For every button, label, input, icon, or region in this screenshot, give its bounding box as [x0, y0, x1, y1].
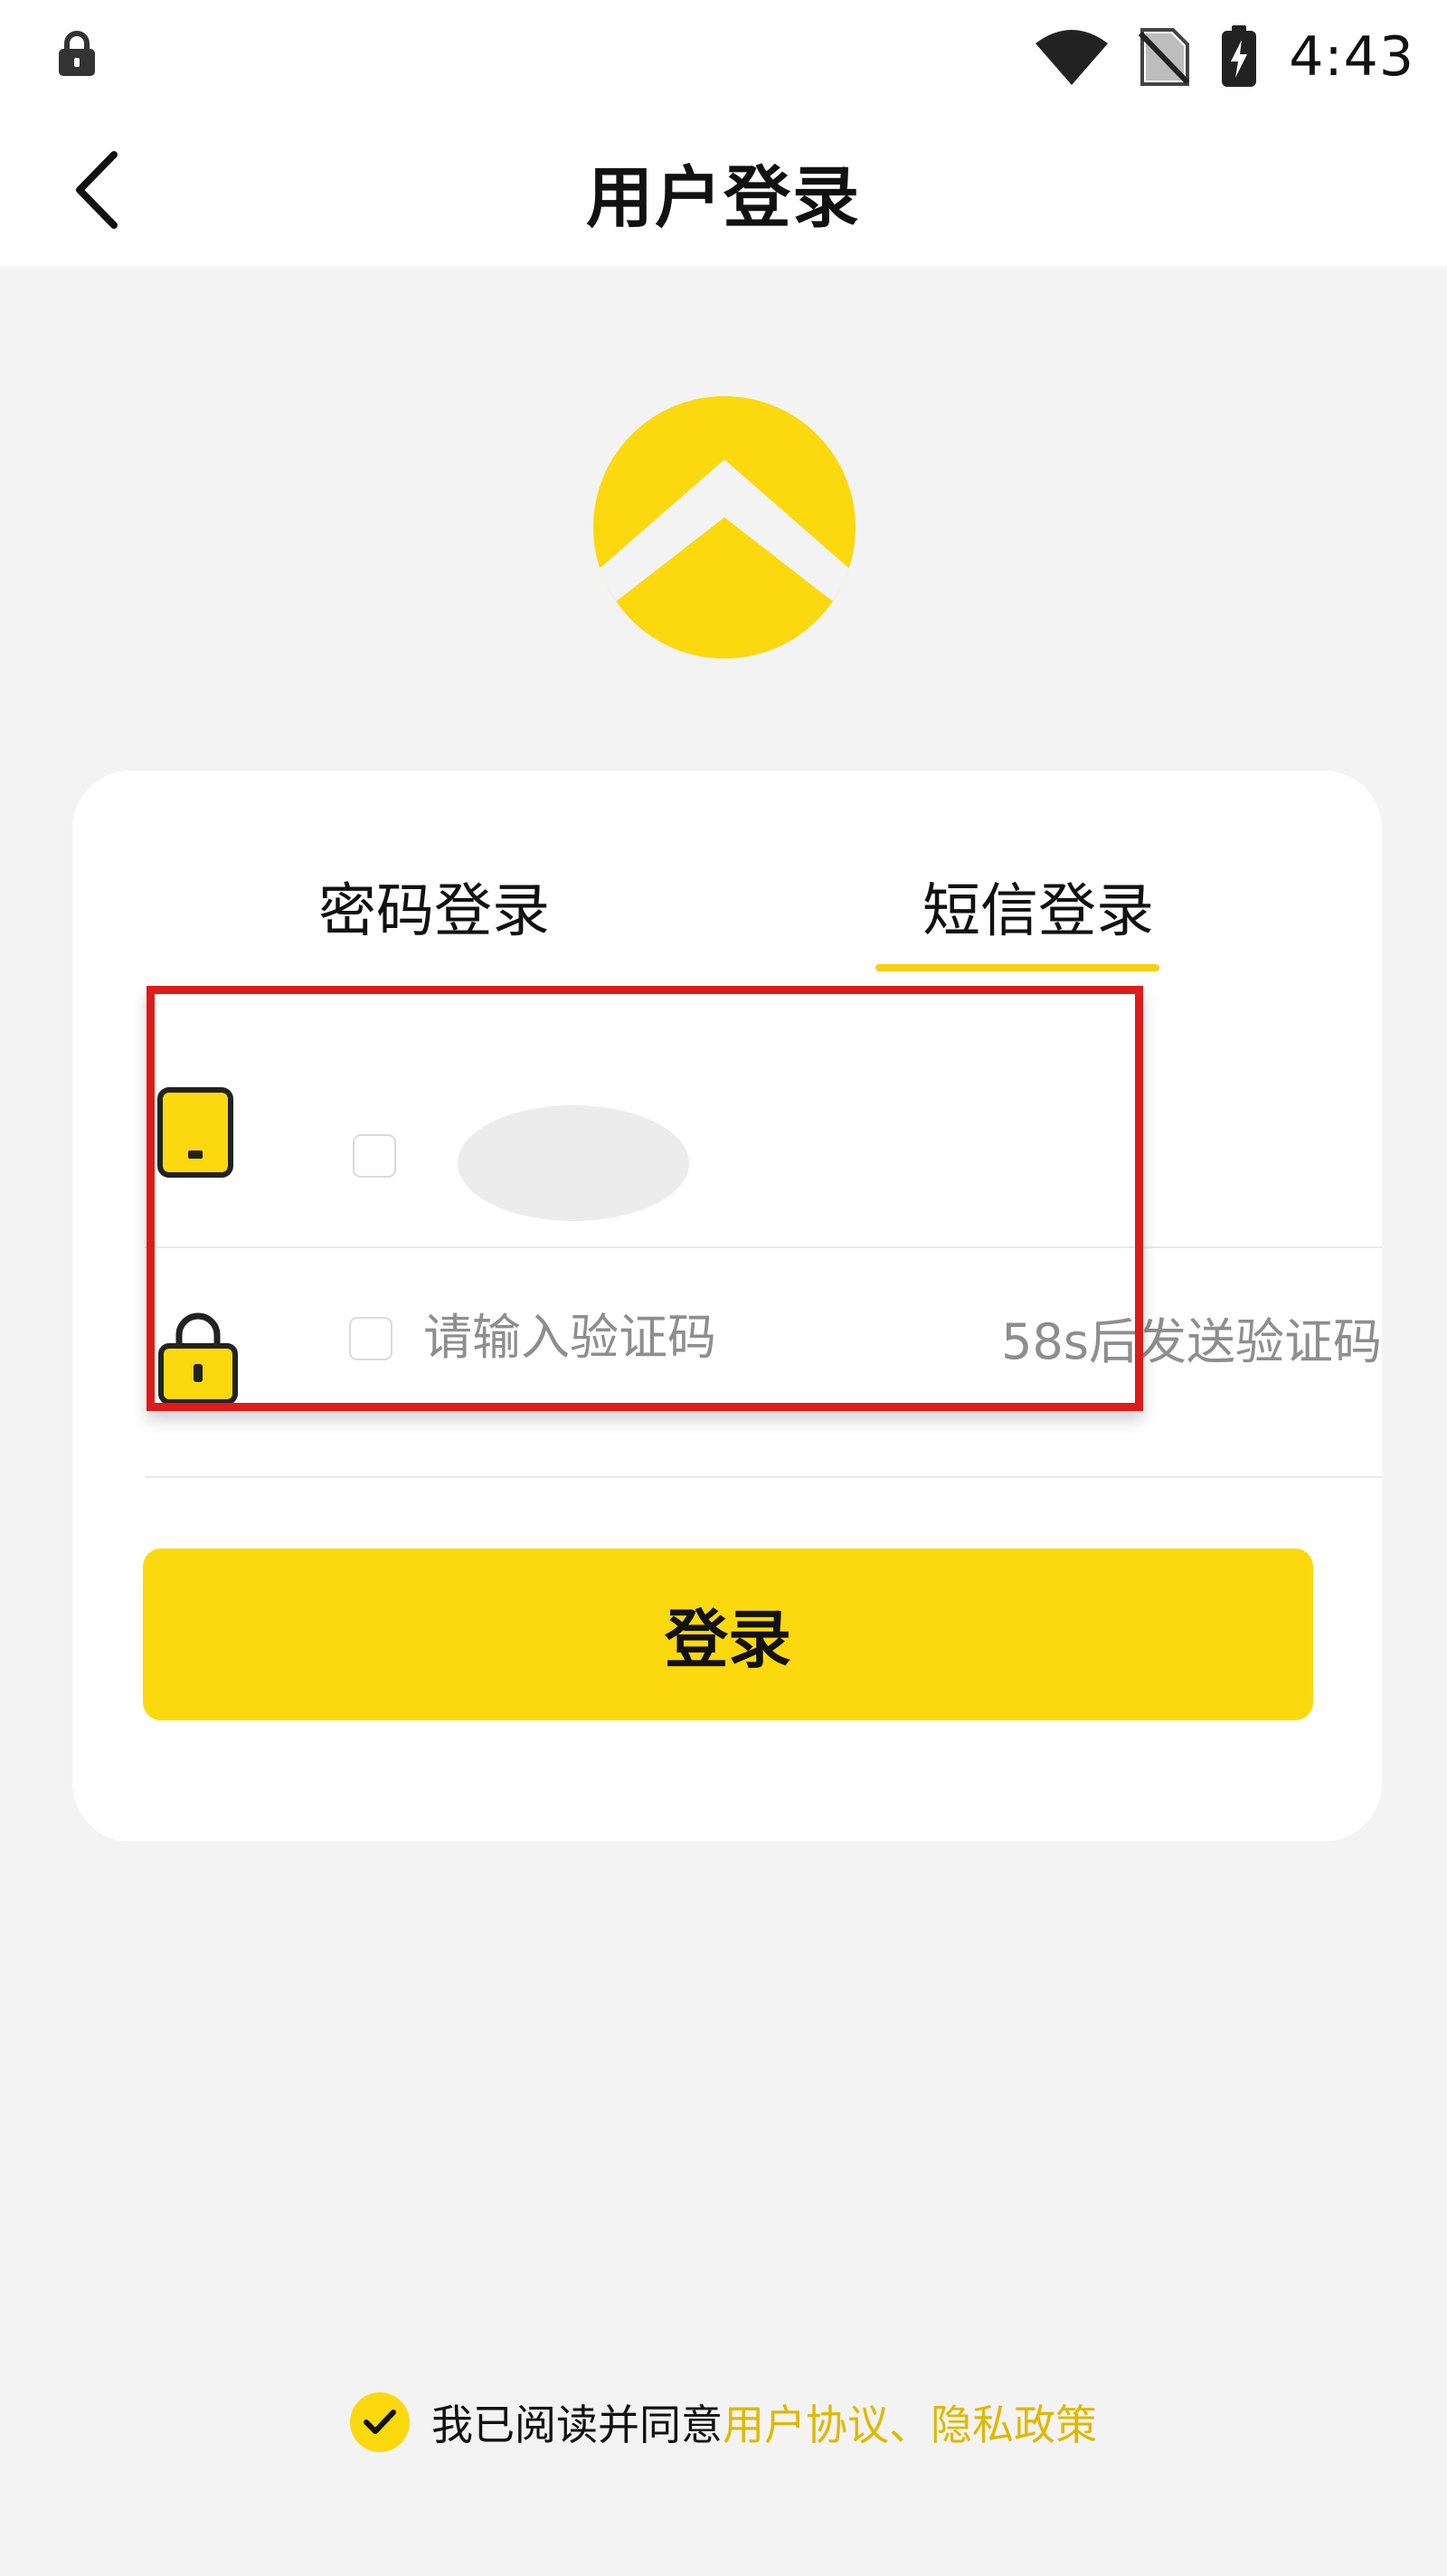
highlight-annotation-box: [147, 986, 1143, 1411]
agreement-text: 我已阅读并同意: [431, 2401, 723, 2449]
nav-bar: 用户登录: [0, 118, 1447, 266]
app-logo: [593, 396, 856, 658]
status-bar: 4:43: [0, 0, 1447, 118]
agreement-row: 我已阅读并同意 用户协议 、 隐私政策: [0, 2388, 1447, 2457]
active-tab-indicator: [875, 964, 1159, 971]
status-right: 4:43: [1036, 16, 1414, 98]
no-sim-icon: [1139, 28, 1190, 86]
field-divider: [145, 1476, 1382, 1478]
battery-charging-icon: [1222, 25, 1257, 87]
check-icon: [364, 2410, 396, 2434]
wifi-icon: [1036, 30, 1109, 85]
agreement-separator: 、: [889, 2401, 931, 2449]
privacy-policy-link[interactable]: 隐私政策: [931, 2392, 1097, 2452]
lock-status-icon: [59, 31, 95, 76]
tab-sms-login[interactable]: 短信登录: [875, 861, 1201, 952]
agreement-checkbox[interactable]: [350, 2392, 410, 2452]
tab-password-login[interactable]: 密码登录: [289, 861, 579, 952]
user-agreement-link[interactable]: 用户协议: [723, 2392, 889, 2452]
status-time: 4:43: [1289, 25, 1414, 89]
login-button[interactable]: 登录: [143, 1548, 1313, 1720]
page-title: 用户登录: [586, 158, 861, 237]
